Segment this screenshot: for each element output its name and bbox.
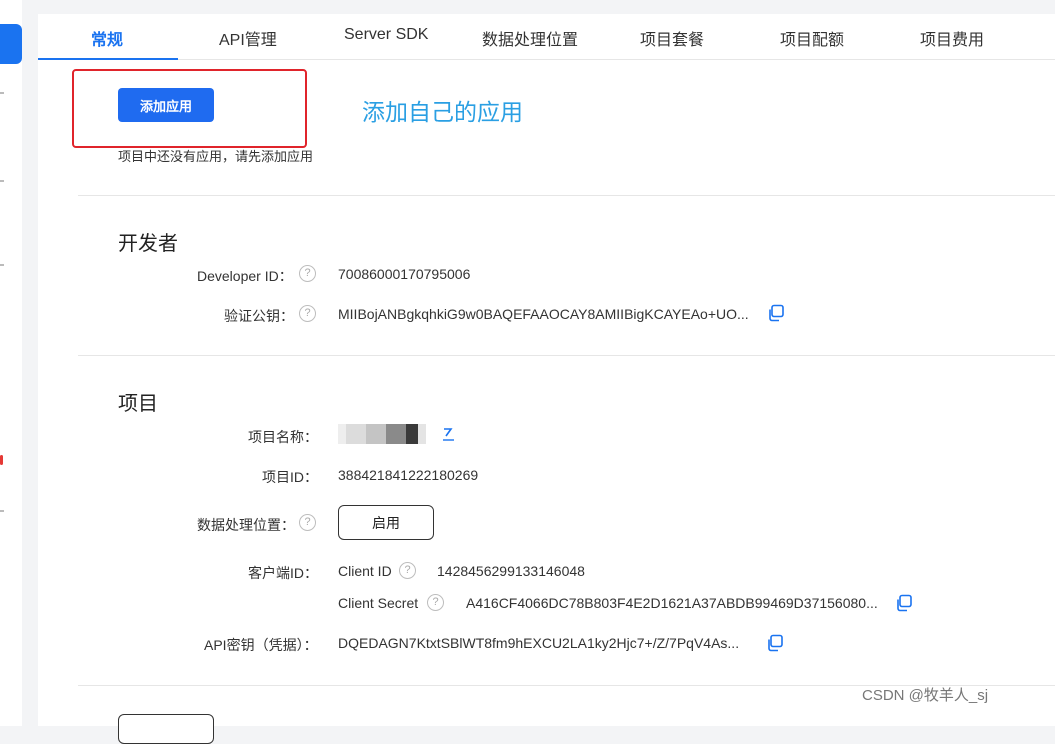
tab-project-quota[interactable]: 项目配额 bbox=[780, 26, 844, 50]
help-icon[interactable]: ? bbox=[399, 562, 416, 579]
sidebar-active-item[interactable] bbox=[0, 24, 22, 64]
copy-icon[interactable] bbox=[766, 634, 784, 652]
sidebar-marker bbox=[0, 180, 4, 182]
tab-api-management[interactable]: API管理 bbox=[219, 26, 277, 50]
edit-icon[interactable] bbox=[440, 425, 456, 443]
client-id-value: 1428456299133146048 bbox=[437, 563, 585, 579]
tab-data-location[interactable]: 数据处理位置 bbox=[482, 26, 578, 50]
data-location-label: 数据处理位置： bbox=[197, 517, 295, 533]
section-divider bbox=[78, 195, 1055, 196]
copy-icon[interactable] bbox=[767, 304, 785, 322]
developer-id-label: Developer ID： bbox=[197, 268, 293, 284]
developer-id-value: 70086000170795006 bbox=[338, 266, 471, 282]
tab-general[interactable]: 常规 bbox=[91, 26, 123, 50]
project-name-redacted bbox=[338, 424, 430, 444]
client-id-label: Client ID bbox=[338, 563, 392, 579]
sidebar-marker bbox=[0, 264, 4, 266]
copy-icon[interactable] bbox=[895, 594, 913, 612]
public-key-value: MIIBojANBgkqhkiG9w0BAQEFAAOCAY8AMIIBigKC… bbox=[338, 306, 749, 322]
empty-apps-hint: 项目中还没有应用，请先添加应用 bbox=[118, 149, 314, 164]
project-id-label: 项目ID： bbox=[262, 469, 318, 485]
tab-project-package[interactable]: 项目套餐 bbox=[640, 26, 704, 50]
bottom-button[interactable] bbox=[118, 714, 214, 744]
add-app-button[interactable]: 添加应用 bbox=[118, 88, 214, 122]
sidebar-marker bbox=[0, 92, 4, 94]
tab-bar: 常规 API管理 Server SDK 数据处理位置 项目套餐 项目配额 项目费… bbox=[38, 14, 1055, 60]
developer-section-title: 开发者 bbox=[118, 233, 178, 255]
help-icon[interactable]: ? bbox=[299, 265, 316, 282]
active-tab-indicator bbox=[38, 58, 178, 60]
help-icon[interactable]: ? bbox=[299, 514, 316, 531]
project-name-label: 项目名称： bbox=[248, 429, 318, 445]
api-key-label: API密钥（凭据）： bbox=[204, 637, 318, 653]
help-icon[interactable]: ? bbox=[299, 305, 316, 322]
sidebar-marker bbox=[0, 510, 4, 512]
main-panel: 常规 API管理 Server SDK 数据处理位置 项目套餐 项目配额 项目费… bbox=[38, 14, 1055, 744]
tab-project-cost[interactable]: 项目费用 bbox=[920, 26, 984, 50]
public-key-label: 验证公钥： bbox=[224, 308, 294, 324]
project-id-value: 388421841222180269 bbox=[338, 467, 479, 483]
help-icon[interactable]: ? bbox=[427, 594, 444, 611]
api-key-value: DQEDAGN7KtxtSBlWT8fm9hEXCU2LA1ky2Hjc7+/Z… bbox=[338, 635, 740, 651]
sidebar-red-marker bbox=[0, 455, 3, 465]
annotation-text: 添加自己的应用 bbox=[362, 99, 523, 125]
left-sidebar-strip bbox=[0, 0, 22, 726]
section-divider bbox=[78, 355, 1055, 356]
watermark: CSDN @牧羊人_sj bbox=[862, 687, 989, 704]
client-id-section-label: 客户端ID： bbox=[248, 565, 318, 581]
client-secret-label: Client Secret bbox=[338, 595, 419, 611]
enable-button[interactable]: 启用 bbox=[338, 505, 434, 540]
client-secret-value: A416CF4066DC78B803F4E2D1621A37ABDB99469D… bbox=[466, 595, 878, 611]
project-section-title: 项目 bbox=[118, 393, 158, 415]
tab-server-sdk[interactable]: Server SDK bbox=[344, 26, 428, 44]
